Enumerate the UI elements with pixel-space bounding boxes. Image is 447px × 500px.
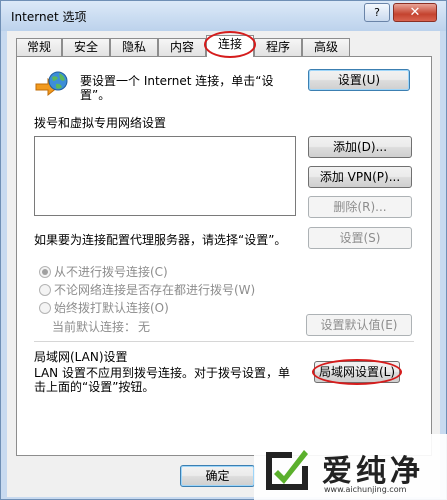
tab-connections[interactable]: 连接 bbox=[206, 35, 254, 57]
radio-indicator[interactable] bbox=[39, 302, 51, 314]
lan-divider bbox=[34, 341, 414, 342]
radio-label: 从不进行拨号连接(C) bbox=[54, 265, 168, 279]
window-title: Internet 选项 bbox=[11, 10, 87, 24]
internet-globe-icon bbox=[35, 71, 68, 97]
lan-settings-button[interactable]: 局域网设置(L) bbox=[314, 361, 400, 383]
current-default-value: 无 bbox=[138, 320, 151, 334]
radio-always-dial-default[interactable]: 始终拨打默认连接(O) bbox=[39, 299, 169, 315]
setup-text-line2: 置”。 bbox=[80, 88, 111, 102]
current-default-label: 当前默认连接： bbox=[52, 320, 137, 334]
tab-security[interactable]: 安全 bbox=[62, 38, 110, 56]
tab-general[interactable]: 常规 bbox=[16, 38, 62, 56]
radio-never-dial[interactable]: 从不进行拨号连接(C) bbox=[39, 263, 168, 279]
proxy-text: 如果要为连接配置代理服务器，请选择“设置”。 bbox=[34, 233, 287, 247]
dialup-connections-list[interactable] bbox=[34, 136, 296, 216]
delete-button[interactable]: 删除(R)... bbox=[308, 196, 412, 218]
radio-label: 不论网络连接是否存在都进行拨号(W) bbox=[54, 283, 256, 297]
watermark-text: 爱纯净 bbox=[322, 454, 424, 489]
tab-privacy[interactable]: 隐私 bbox=[110, 38, 158, 56]
watermark-url: www.aichunjing.com bbox=[324, 485, 407, 494]
setup-button[interactable]: 设置(U) bbox=[308, 69, 410, 91]
tab-content[interactable]: 内容 bbox=[158, 38, 206, 56]
tab-programs[interactable]: 程序 bbox=[254, 38, 302, 56]
add-button[interactable]: 添加(D)... bbox=[308, 136, 412, 158]
radio-indicator[interactable] bbox=[39, 266, 51, 278]
lan-text-line2: 击上面的“设置”按钮。 bbox=[34, 380, 155, 394]
radio-indicator[interactable] bbox=[39, 284, 51, 296]
dialup-heading: 拨号和虚拟专用网络设置 bbox=[34, 116, 167, 130]
tab-advanced[interactable]: 高级 bbox=[302, 38, 350, 56]
radio-label: 始终拨打默认连接(O) bbox=[54, 301, 169, 315]
ok-button[interactable]: 确定 bbox=[180, 465, 255, 487]
set-default-button[interactable]: 设置默认值(E) bbox=[306, 314, 412, 336]
watermark-logo-icon bbox=[266, 450, 308, 490]
lan-heading: 局域网(LAN)设置 bbox=[34, 350, 128, 364]
close-button[interactable]: ✕ bbox=[393, 3, 437, 22]
radio-dial-when-no-network[interactable]: 不论网络连接是否存在都进行拨号(W) bbox=[39, 281, 255, 297]
title-bar[interactable]: Internet 选项 ? ✕ bbox=[1, 1, 446, 31]
help-button[interactable]: ? bbox=[364, 3, 390, 22]
add-vpn-button[interactable]: 添加 VPN(P)... bbox=[308, 166, 412, 188]
dialup-settings-button[interactable]: 设置(S) bbox=[308, 227, 412, 249]
